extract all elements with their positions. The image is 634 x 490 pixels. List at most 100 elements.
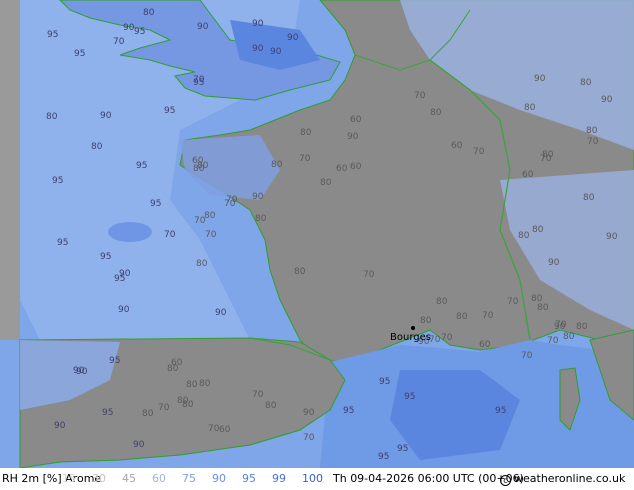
legend-item-45: 45 — [122, 472, 136, 485]
land-isoline-label: 70 — [414, 91, 426, 101]
land-isoline-label: 60 — [350, 115, 362, 125]
land-isoline-label: 80 — [583, 193, 595, 203]
land-isoline-label: 80 — [294, 267, 306, 277]
legend-item-100: 100 — [302, 472, 323, 485]
land-isoline-label: 90 — [347, 132, 359, 142]
copyright-icon: c — [500, 475, 511, 486]
land-isoline-label: 80 — [265, 401, 277, 411]
datetime-label: Th 09-04-2026 06:00 UTC (00+06) — [333, 472, 524, 485]
land-isoline-label: 60 — [336, 164, 348, 174]
sea-isoline-label: 90 — [118, 305, 130, 315]
land-isoline-label: 80 — [586, 126, 598, 136]
sea-isoline-label: 90 — [270, 47, 282, 57]
land-isoline-label: 70 — [521, 351, 533, 361]
land-isoline-label: 80 — [537, 303, 549, 313]
land-isoline-label: 80 — [420, 316, 432, 326]
sea-isoline-label: 95 — [404, 392, 415, 402]
sea-isoline-label: 80 — [46, 112, 58, 122]
land-isoline-label: 80 — [531, 294, 543, 304]
land-isoline-label: 90 — [303, 408, 315, 418]
high-rh-bay — [108, 222, 152, 242]
sea-isoline-label: 95 — [150, 199, 161, 209]
site-label: weatheronline.co.uk — [514, 472, 626, 485]
land-isoline-label: 80 — [142, 409, 154, 419]
land-isoline-label: 60 — [451, 141, 463, 151]
land-isoline-label: 70 — [299, 154, 311, 164]
land-isoline-label: 80 — [271, 160, 283, 170]
land-isoline-label: 80 — [196, 259, 208, 269]
land-isoline-label: 90 — [548, 258, 560, 268]
sea-isoline-label: 95 — [343, 406, 354, 416]
sea-isoline-label: 90 — [252, 44, 264, 54]
city-label: Bourges — [390, 332, 431, 343]
land-isoline-label: 90 — [554, 322, 566, 332]
sea-isoline-label: 90 — [100, 111, 112, 121]
sea-isoline-label: 95 — [57, 238, 68, 248]
land-isoline-label: 80 — [524, 103, 536, 113]
legend-item-95: 95 — [242, 472, 256, 485]
legend-item-15: 15 — [62, 472, 76, 485]
land-isoline-label: 80 — [177, 396, 189, 406]
land-isoline-label: 80 — [576, 322, 588, 332]
variable-label: RH 2m [%] Arome — [2, 472, 102, 485]
sea-isoline-label: 90 — [252, 19, 264, 29]
land-isoline-label: 80 — [167, 364, 179, 374]
land-isoline-label: 80 — [300, 128, 312, 138]
sea-isoline-label: 95 — [102, 408, 113, 418]
land-isoline-label: 80 — [204, 211, 216, 221]
legend-item-30: 30 — [92, 472, 106, 485]
sea-isoline-label: 95 — [100, 252, 111, 262]
sea-isoline-label: 95 — [47, 30, 58, 40]
legend-item-99: 99 — [272, 472, 286, 485]
legend-item-60: 60 — [152, 472, 166, 485]
land-isoline-label: 80 — [563, 332, 575, 342]
land-isoline-label: 90 — [601, 95, 613, 105]
sea-isoline-label: 90 — [123, 23, 135, 33]
land-isoline-label: 80 — [518, 231, 530, 241]
sea-isoline-label: 95 — [109, 356, 120, 366]
legend-item-75: 75 — [182, 472, 196, 485]
land-isoline-label: 80 — [186, 380, 198, 390]
land-isoline-label: 70 — [205, 230, 217, 240]
sea-isoline-label: 90 — [287, 33, 299, 43]
land-isoline-label: 80 — [532, 225, 544, 235]
land-isoline-label: 70 — [507, 297, 519, 307]
land-isoline-label: 90 — [534, 74, 546, 84]
sea-isoline-label: 95 — [397, 444, 408, 454]
sea-isoline-label: 95 — [74, 49, 85, 59]
land-isoline-label: 60 — [479, 340, 491, 350]
land-isoline-label: 60 — [219, 425, 231, 435]
land-isoline-label: 80 — [436, 297, 448, 307]
land-isoline-label: 80 — [580, 78, 592, 88]
sea-isoline-label: 90 — [215, 308, 227, 318]
sea-isoline-label: 70 — [164, 230, 176, 240]
land-isoline-label: 60 — [192, 156, 204, 166]
land-isoline-label: 90 — [606, 232, 618, 242]
sea-isoline-label: 95 — [114, 274, 125, 284]
map-footer: RH 2m [%] Arome 15 30 45 60 75 90 95 99 100 Th 0… — [0, 468, 634, 490]
land-isoline-label: 60 — [350, 162, 362, 172]
land-isoline-label: 70 — [587, 137, 599, 147]
sea-isoline-label: 95 — [134, 27, 145, 37]
land-isoline-label: 80 — [430, 108, 442, 118]
sea-isoline-label: 90 — [133, 440, 145, 450]
sea-isoline-label: 95 — [52, 176, 63, 186]
land-isoline-label: 60 — [522, 170, 534, 180]
map-canvas: 7080907095908090709095909595959095909095… — [0, 0, 634, 468]
sea-isoline-label: 95 — [495, 406, 506, 416]
land-isoline-label: 70 — [226, 195, 238, 205]
city-marker — [411, 326, 415, 330]
land-isoline-label: 70 — [547, 336, 559, 346]
land-isoline-label: 80 — [255, 214, 267, 224]
land-isoline-label: 70 — [303, 433, 315, 443]
legend-item-90: 90 — [212, 472, 226, 485]
land-isoline-label: 90 — [252, 192, 264, 202]
sea-isoline-label: 95 — [378, 452, 389, 462]
sea-isoline-label: 95 — [136, 161, 147, 171]
land-isoline-label: 70 — [482, 311, 494, 321]
land-isoline-label: 70 — [252, 390, 264, 400]
sea-isoline-label: 90 — [197, 22, 209, 32]
site-credit[interactable]: c weatheronline.co.uk — [500, 472, 625, 486]
sea-isoline-label: 95 — [164, 106, 175, 116]
sea-isoline-label: 95 — [193, 78, 204, 88]
